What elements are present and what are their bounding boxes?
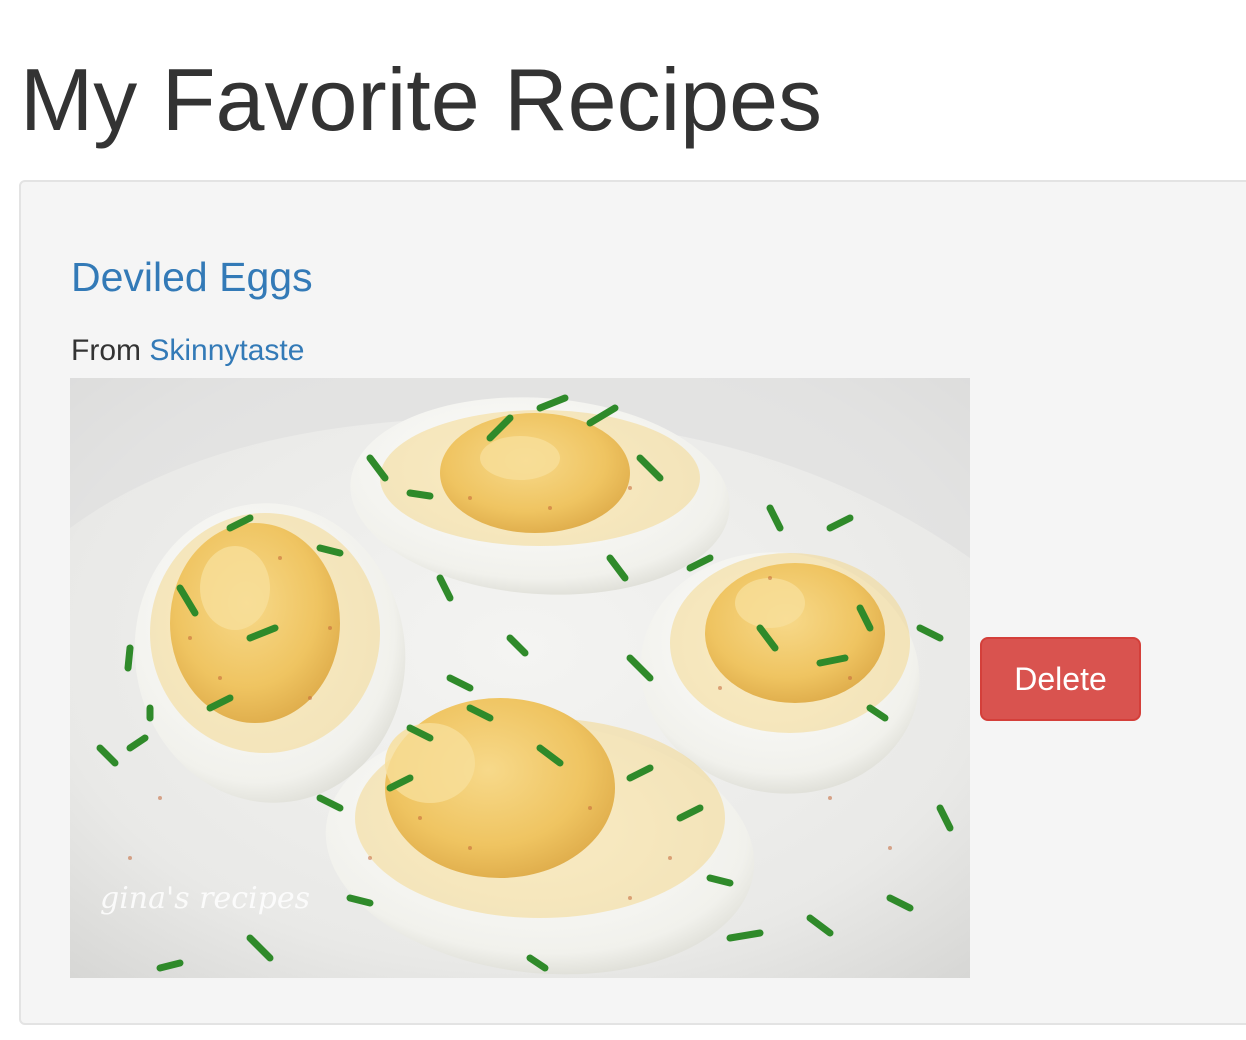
- photo-watermark: gina's recipes: [100, 881, 310, 916]
- recipe-title-link[interactable]: Deviled Eggs: [71, 254, 313, 301]
- recipe-photo: gina's recipes: [70, 378, 970, 978]
- page-title: My Favorite Recipes: [20, 50, 823, 149]
- recipe-card: Deviled Eggs From Skinnytaste gina's rec…: [19, 180, 1246, 1025]
- recipe-source-prefix: From: [71, 334, 141, 367]
- delete-button[interactable]: Delete: [980, 637, 1141, 721]
- recipe-source-link[interactable]: Skinnytaste: [149, 334, 304, 367]
- recipe-source: From Skinnytaste: [71, 334, 304, 368]
